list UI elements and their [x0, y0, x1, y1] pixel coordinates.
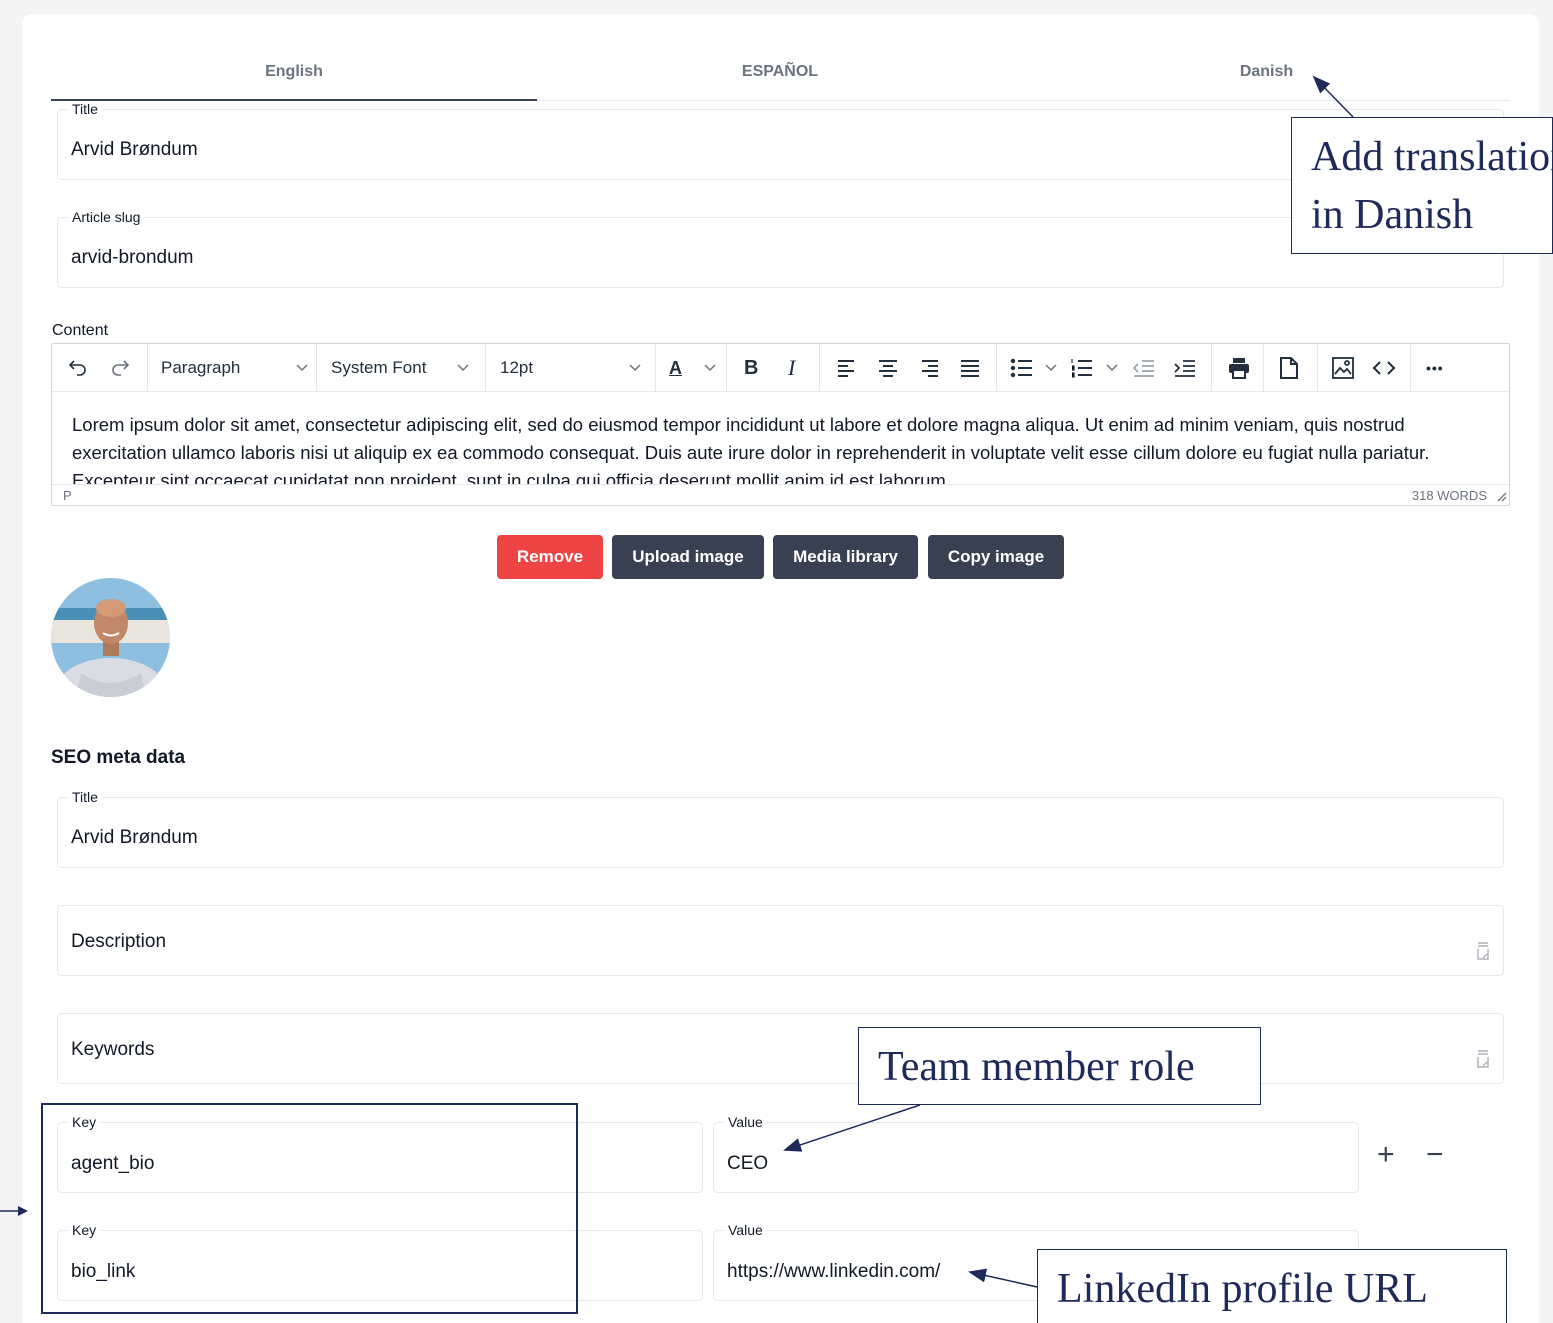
print-icon[interactable] — [1227, 344, 1251, 392]
avatar — [51, 578, 170, 697]
content-label: Content — [52, 322, 109, 339]
upload-image-button[interactable]: Upload image — [612, 535, 764, 579]
editor-statusbar: P 318 WORDS — [52, 484, 1509, 506]
add-row-button[interactable]: + — [1377, 1140, 1395, 1170]
article-slug-field[interactable]: Article slug arvid-brondum — [57, 209, 1504, 288]
bullet-list-icon[interactable] — [1010, 344, 1034, 392]
tab-espanol[interactable]: ESPAÑOL — [537, 60, 1023, 100]
font-size-value: 12pt — [500, 358, 534, 377]
editor-toolbar: Paragraph System Font 12pt A B I ••• — [52, 344, 1509, 392]
title-field-label: Title — [68, 101, 102, 117]
chevron-down-icon — [456, 358, 470, 378]
meta-value-value[interactable]: https://www.linkedin.com/ — [727, 1260, 940, 1284]
word-count: 318 WORDS — [1411, 488, 1487, 503]
indent-icon[interactable] — [1173, 344, 1197, 392]
seo-keywords-placeholder: Keywords — [71, 1039, 155, 1060]
tab-danish[interactable]: Danish — [1023, 60, 1510, 100]
seo-description-placeholder: Description — [71, 931, 167, 952]
font-size-select[interactable]: 12pt — [500, 344, 642, 392]
insert-image-icon[interactable] — [1331, 344, 1355, 392]
meta-value-label: Value — [724, 1114, 767, 1130]
annotation-translation-line1: Add translation — [1311, 134, 1553, 180]
numbered-list-icon[interactable] — [1070, 344, 1094, 392]
chevron-down-icon[interactable] — [703, 344, 717, 392]
resize-handle-icon[interactable] — [1477, 942, 1489, 960]
outdent-icon[interactable] — [1132, 344, 1156, 392]
chevron-down-icon[interactable] — [1044, 344, 1058, 392]
align-center-icon[interactable] — [877, 344, 899, 392]
copy-image-button[interactable]: Copy image — [928, 535, 1064, 579]
annotation-highlight-box — [41, 1103, 578, 1314]
new-document-icon[interactable] — [1279, 344, 1299, 392]
annotation-translation: Add translation in Danish — [1291, 117, 1553, 254]
title-field[interactable]: Title Arvid Brøndum — [57, 101, 1504, 180]
source-code-icon[interactable] — [1372, 344, 1396, 392]
article-slug-label: Article slug — [68, 209, 145, 225]
seo-title-field[interactable]: Title Arvid Brøndum — [57, 789, 1504, 868]
more-options-icon[interactable]: ••• — [1426, 344, 1444, 392]
redo-icon[interactable] — [108, 344, 132, 392]
tab-english[interactable]: English — [51, 60, 537, 100]
block-format-value: Paragraph — [161, 358, 241, 377]
remove-row-button[interactable]: − — [1426, 1140, 1444, 1170]
seo-title-value[interactable]: Arvid Brøndum — [71, 826, 198, 850]
tab-active-indicator — [51, 99, 537, 101]
chevron-down-icon[interactable] — [1105, 344, 1119, 392]
media-library-button[interactable]: Media library — [773, 535, 918, 579]
undo-icon[interactable] — [66, 344, 90, 392]
seo-keywords-field[interactable]: Keywords — [57, 1013, 1504, 1084]
font-family-select[interactable]: System Font — [331, 344, 470, 392]
article-slug-value[interactable]: arvid-brondum — [71, 246, 194, 270]
rich-text-editor[interactable]: Paragraph System Font 12pt A B I ••• Lor… — [51, 343, 1510, 506]
annotation-role: Team member role — [858, 1027, 1261, 1105]
seo-title-label: Title — [68, 789, 102, 805]
chevron-down-icon — [628, 358, 642, 378]
meta-value-value[interactable]: CEO — [727, 1152, 768, 1176]
align-right-icon[interactable] — [918, 344, 940, 392]
annotation-translation-line2: in Danish — [1311, 192, 1474, 238]
annotation-linkedin: LinkedIn profile URL — [1037, 1249, 1507, 1323]
block-format-select[interactable]: Paragraph — [161, 344, 309, 392]
seo-section-heading: SEO meta data — [51, 747, 186, 768]
resize-handle-icon[interactable] — [1477, 1050, 1489, 1068]
font-family-value: System Font — [331, 358, 427, 377]
text-color-button[interactable]: A — [669, 344, 682, 392]
chevron-down-icon — [295, 358, 309, 378]
meta-value-field[interactable]: Value CEO — [713, 1114, 1359, 1193]
align-justify-icon[interactable] — [959, 344, 981, 392]
bold-button[interactable]: B — [744, 344, 758, 392]
editor-content[interactable]: Lorem ipsum dolor sit amet, consectetur … — [72, 411, 1492, 484]
remove-image-button[interactable]: Remove — [497, 535, 603, 579]
title-field-value[interactable]: Arvid Brøndum — [71, 138, 198, 162]
seo-description-field[interactable]: Description — [57, 905, 1504, 976]
meta-value-label: Value — [724, 1222, 767, 1238]
resize-handle-icon[interactable] — [1495, 490, 1507, 505]
element-path[interactable]: P — [63, 488, 72, 503]
align-left-icon[interactable] — [836, 344, 858, 392]
italic-button[interactable]: I — [788, 344, 795, 392]
